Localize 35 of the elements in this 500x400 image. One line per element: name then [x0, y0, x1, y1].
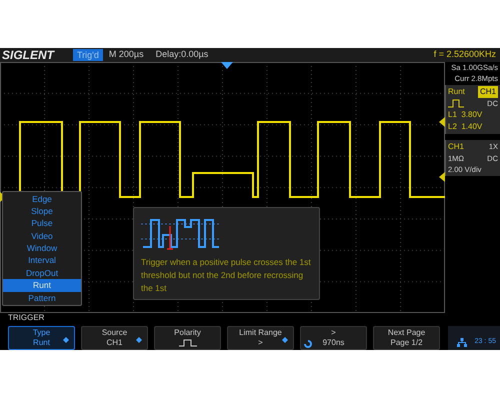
- menu-item[interactable]: Interval: [3, 254, 81, 267]
- softkey-button[interactable]: > 970ns: [300, 326, 367, 350]
- menu-item[interactable]: Video: [3, 230, 81, 242]
- channel-name: CH1: [448, 140, 464, 153]
- dropdown-arrow-icon: [282, 336, 288, 342]
- softkey-button[interactable]: Limit Range >: [227, 326, 294, 350]
- menu-item[interactable]: Pulse: [3, 217, 81, 230]
- menu-item[interactable]: Runt: [3, 279, 81, 292]
- timebase-label: M 200µs: [108, 48, 144, 61]
- brand-logo: SIGLENT: [2, 48, 56, 61]
- menu-item[interactable]: DropOut: [3, 266, 81, 280]
- menu-title: TRIGGER: [7, 312, 44, 322]
- network-icon: [456, 338, 467, 347]
- menu-item[interactable]: Edge: [3, 192, 81, 205]
- menu-item[interactable]: Window: [3, 242, 81, 254]
- pulse-icon: [178, 339, 196, 348]
- menu-item[interactable]: Slope: [3, 204, 81, 218]
- trigger-type-label: Runt: [448, 86, 465, 98]
- level-1-readout: L1 3.80V: [448, 108, 484, 121]
- dropdown-arrow-icon: [63, 336, 69, 342]
- pulse-icon: [448, 98, 464, 108]
- trigger-status: Trig'd: [73, 48, 103, 61]
- frequency-readout: f = 2.52600KHz: [434, 48, 496, 61]
- softkey-button[interactable]: Next Page Page 1/2: [373, 326, 440, 350]
- trigger-level-marker: [439, 172, 445, 182]
- softkey-button[interactable]: Polarity: [154, 326, 221, 350]
- trigger-source-badge: CH1: [478, 86, 498, 98]
- dropdown-arrow-icon: [136, 336, 142, 342]
- softkey-button[interactable]: Type Runt: [8, 326, 75, 350]
- trigger-description: Trigger when a positive pulse crosses the 1st threshold but not the 2nd before recrossing the 1st: [141, 256, 312, 294]
- softkey-button[interactable]: Source CH1: [81, 326, 148, 350]
- rotate-knob-icon: [304, 340, 312, 348]
- delay-label: Delay:0.00µs: [156, 48, 208, 61]
- level-2-readout: L2 1.40V: [448, 120, 484, 133]
- menu-item[interactable]: Pattern: [3, 292, 81, 304]
